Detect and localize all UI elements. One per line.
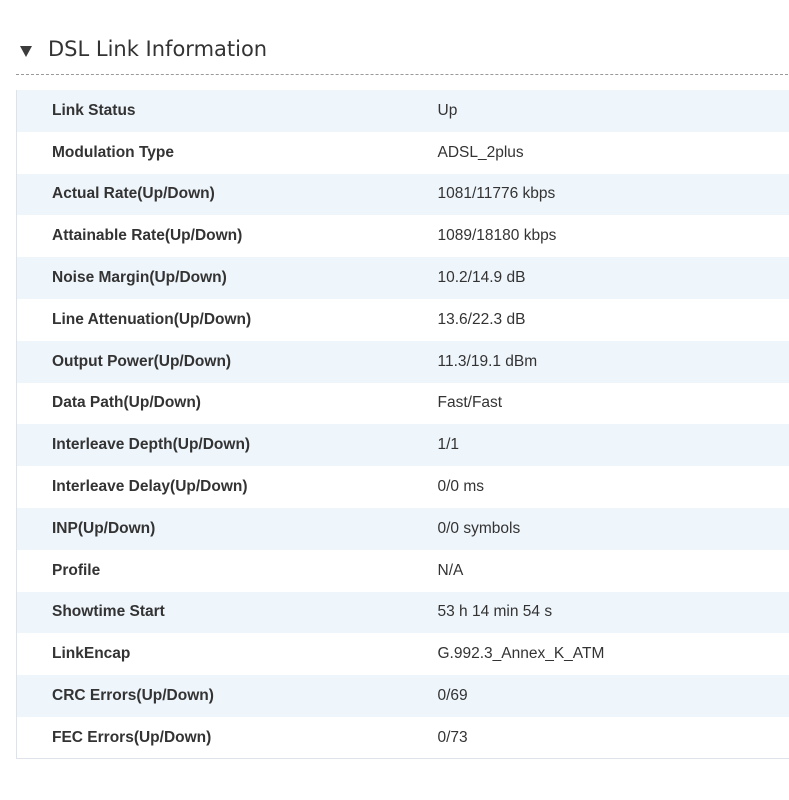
table-row-link-encap: LinkEncap G.992.3_Annex_K_ATM — [16, 633, 789, 676]
row-value: 0/0 symbols — [403, 507, 789, 550]
row-label: Interleave Depth(Up/Down) — [16, 424, 404, 467]
row-label: Noise Margin(Up/Down) — [16, 257, 404, 299]
row-label: Link Status — [16, 90, 404, 132]
row-label: Profile — [16, 549, 404, 592]
row-value: 11.3/19.1 dBm — [403, 340, 789, 383]
table-row-fec-errors: FEC Errors(Up/Down) 0/73 — [16, 716, 789, 759]
section-title: DSL Link Information — [48, 37, 268, 61]
row-label: Showtime Start — [16, 591, 404, 634]
row-label: Data Path(Up/Down) — [16, 382, 404, 425]
row-value: G.992.3_Annex_K_ATM — [403, 633, 789, 676]
triangle-down-icon[interactable] — [20, 45, 32, 57]
row-label: FEC Errors(Up/Down) — [16, 716, 404, 759]
row-value: 1/1 — [403, 424, 789, 467]
row-value: 0/73 — [403, 716, 789, 759]
table-row-inp: INP(Up/Down) 0/0 symbols — [16, 507, 789, 550]
row-label: Output Power(Up/Down) — [16, 340, 404, 383]
row-value: ADSL_2plus — [403, 131, 789, 174]
row-label: CRC Errors(Up/Down) — [16, 675, 404, 717]
row-value: N/A — [403, 549, 789, 592]
table-row-output-power: Output Power(Up/Down) 11.3/19.1 dBm — [16, 340, 789, 383]
row-value: Fast/Fast — [403, 382, 789, 425]
row-label: LinkEncap — [16, 633, 404, 676]
table-row-interleave-depth: Interleave Depth(Up/Down) 1/1 — [16, 424, 789, 467]
row-value: 1081/11776 kbps — [403, 173, 789, 216]
row-label: Line Attenuation(Up/Down) — [16, 298, 404, 341]
table-row-modulation-type: Modulation Type ADSL_2plus — [16, 131, 789, 174]
row-label: Interleave Delay(Up/Down) — [16, 466, 404, 508]
row-label: Attainable Rate(Up/Down) — [16, 215, 404, 258]
table-row-link-status: Link Status Up — [16, 90, 789, 132]
row-value: Up — [403, 90, 789, 132]
table-row-profile: Profile N/A — [16, 549, 789, 592]
table-row-interleave-delay: Interleave Delay(Up/Down) 0/0 ms — [16, 466, 789, 508]
row-value: 53 h 14 min 54 s — [403, 591, 789, 634]
row-value: 0/0 ms — [403, 466, 789, 508]
row-label: INP(Up/Down) — [16, 507, 404, 550]
row-value: 10.2/14.9 dB — [403, 257, 789, 299]
table-row-data-path: Data Path(Up/Down) Fast/Fast — [16, 382, 789, 425]
dsl-link-info-table: Link Status Up Modulation Type ADSL_2plu… — [16, 90, 789, 760]
row-value: 0/69 — [403, 675, 789, 717]
table-row-line-attenuation: Line Attenuation(Up/Down) 13.6/22.3 dB — [16, 298, 789, 341]
section-header-dsl-link-information[interactable]: DSL Link Information — [16, 30, 788, 75]
table-row-actual-rate: Actual Rate(Up/Down) 1081/11776 kbps — [16, 173, 789, 216]
row-value: 13.6/22.3 dB — [403, 298, 789, 341]
table-row-showtime-start: Showtime Start 53 h 14 min 54 s — [16, 591, 789, 634]
table-row-attainable-rate: Attainable Rate(Up/Down) 1089/18180 kbps — [16, 215, 789, 258]
table-row-noise-margin: Noise Margin(Up/Down) 10.2/14.9 dB — [16, 257, 789, 299]
table-row-crc-errors: CRC Errors(Up/Down) 0/69 — [16, 675, 789, 717]
row-label: Actual Rate(Up/Down) — [16, 173, 404, 216]
row-value: 1089/18180 kbps — [403, 215, 789, 258]
row-label: Modulation Type — [16, 131, 404, 174]
